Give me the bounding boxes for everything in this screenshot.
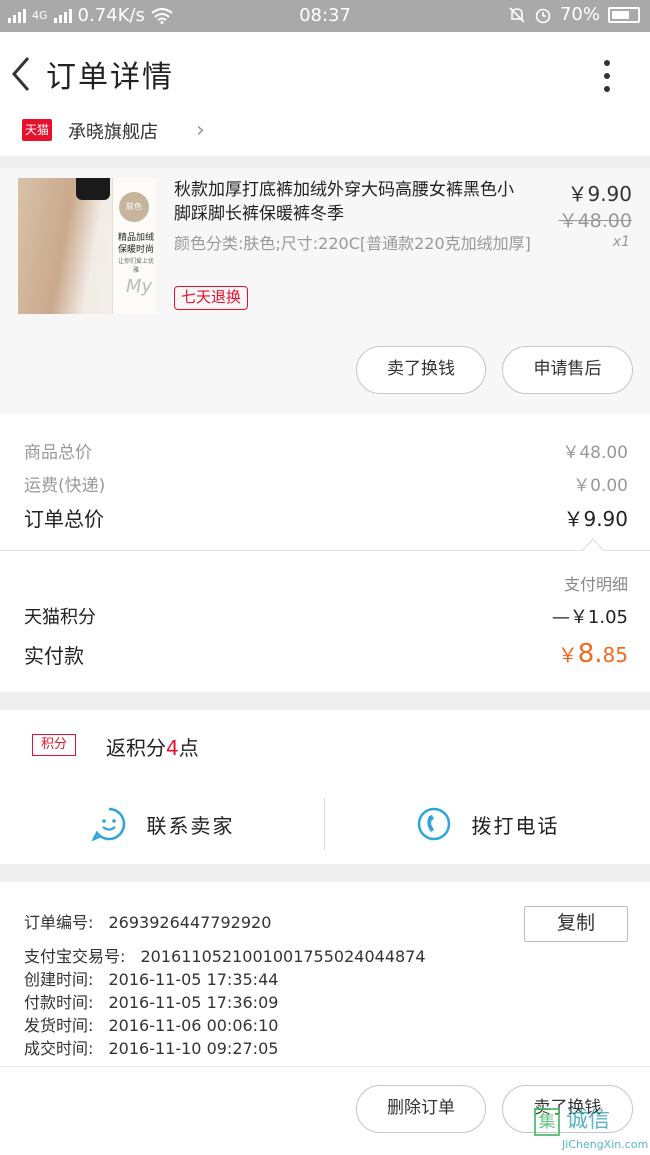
thumb-line2: 保暖时尚: [117, 245, 154, 255]
price-summary: 商品总价 ￥48.00 运费(快递) ￥0.00 订单总价 ￥9.90: [0, 414, 650, 550]
created-label: 创建时间:: [24, 970, 94, 989]
created-time: 2016-11-05 17:35:44: [108, 970, 279, 989]
more-menu-button[interactable]: [590, 56, 624, 96]
alipay-row: 支付宝交易号: 2016110521001001755024044874: [24, 946, 426, 968]
product-original-price: ￥48.00: [558, 210, 632, 232]
order-total-row: 订单总价 ￥9.90: [24, 503, 628, 532]
paid-amount-row: 实付款 ￥8.85: [24, 639, 628, 669]
tmall-badge: 天猫: [22, 119, 52, 141]
mute-icon: [509, 6, 525, 23]
phone-icon: [417, 807, 450, 841]
shop-bar[interactable]: 天猫 承晓旗舰店 ›: [0, 110, 650, 156]
delete-order-button[interactable]: 删除订单: [356, 1085, 486, 1133]
product-card[interactable]: 肤色 精品加绒 保暖时尚 让你们爱上优雅 My 秋款加厚打底裤加绒外穿大码高腰女…: [0, 168, 650, 414]
paid-time: 2016-11-05 17:36:09: [108, 993, 279, 1012]
watermark-text: 诚信: [566, 1108, 611, 1133]
chevron-left-icon: [12, 57, 30, 91]
points-reward-text: 返积分4点: [106, 732, 199, 761]
chevron-right-icon: ›: [196, 118, 205, 143]
done-time: 2016-11-10 09:27:05: [108, 1039, 279, 1058]
dot-icon: [604, 73, 610, 79]
order-number[interactable]: 2693926447792920: [109, 913, 272, 932]
done-label: 成交时间:: [24, 1039, 94, 1058]
order-info: 订单编号: 2693926447792920 复制 支付宝交易号: 201611…: [0, 882, 650, 1066]
product-thumbnail[interactable]: 肤色 精品加绒 保暖时尚 让你们爱上优雅 My: [18, 178, 156, 314]
product-price: ￥9.90: [567, 182, 632, 206]
paid-row: 付款时间: 2016-11-05 17:36:09: [24, 992, 278, 1014]
paid-dec: 85: [602, 643, 628, 667]
shipping-label: 运费(快递): [24, 476, 106, 496]
contact-seller-label: 联系卖家: [146, 813, 235, 838]
alipay-label: 支付宝交易号:: [24, 947, 126, 966]
rewards-and-contact: 积分 返积分4点 联系卖家 拨打电话: [0, 710, 650, 864]
thumb-sign: My: [126, 276, 153, 297]
product-quantity: x1: [612, 234, 630, 250]
alarm-icon: [535, 8, 551, 23]
status-bar: 4G 0.74K/s 08:37 70%: [0, 0, 650, 32]
shipping-value: ￥0.00: [573, 476, 628, 496]
payment-detail-link[interactable]: 支付明细: [564, 571, 628, 595]
points-deduction-label: 天猫积分: [24, 607, 96, 628]
order-number-label: 订单编号:: [24, 913, 94, 932]
order-total-label: 订单总价: [24, 507, 104, 531]
product-spec: 颜色分类:肤色;尺寸:220C[普通款220克加绒加厚]: [174, 234, 531, 253]
points-deduction-row: 天猫积分 —￥1.05: [24, 603, 628, 629]
battery-percent: 70%: [559, 4, 600, 25]
contact-seller-button[interactable]: 联系卖家: [0, 794, 325, 854]
thumb-tag: 肤色: [119, 192, 149, 222]
paid-amount-label: 实付款: [24, 643, 84, 668]
points-count: 4: [166, 736, 179, 760]
call-phone-label: 拨打电话: [471, 813, 560, 838]
dot-icon: [604, 86, 610, 92]
shipped-time: 2016-11-06 00:06:10: [108, 1016, 279, 1035]
shipped-label: 发货时间:: [24, 1016, 94, 1035]
paid-label: 付款时间:: [24, 993, 94, 1012]
paid-int: 8.: [577, 639, 603, 669]
back-button[interactable]: [6, 52, 40, 96]
order-total-value: ￥9.90: [563, 507, 628, 531]
paid-currency: ￥: [557, 643, 578, 667]
goods-total-label: 商品总价: [24, 443, 92, 463]
shipping-row: 运费(快递) ￥0.00: [24, 471, 628, 496]
page-title: 订单详情: [46, 60, 174, 95]
shipped-row: 发货时间: 2016-11-06 00:06:10: [24, 1015, 278, 1037]
done-row: 成交时间: 2016-11-10 09:27:05: [24, 1038, 278, 1060]
battery-icon: [608, 6, 640, 23]
points-suffix: 点: [178, 736, 199, 760]
detail-caret-inner: [583, 540, 603, 551]
copy-button[interactable]: 复制: [524, 906, 628, 942]
call-phone-button[interactable]: 拨打电话: [325, 794, 650, 854]
points-prefix: 返积分: [106, 736, 166, 760]
order-number-row: 订单编号: 2693926447792920: [24, 912, 271, 934]
watermark-logo: 集: [534, 1108, 560, 1136]
shop-name: 承晓旗舰店: [68, 122, 158, 143]
watermark-url: JiChengXin.com: [562, 1138, 649, 1151]
chat-smile-icon: [90, 807, 125, 842]
thumb-skirt: [76, 178, 110, 200]
created-row: 创建时间: 2016-11-05 17:35:44: [24, 969, 278, 991]
app-header: 订单详情: [0, 32, 650, 120]
sell-for-cash-button[interactable]: 卖了换钱: [356, 346, 486, 394]
goods-total-row: 商品总价 ￥48.00: [24, 438, 628, 463]
points-deduction-value: —￥1.05: [551, 607, 628, 628]
thumb-line3: 让你们爱上优雅: [117, 258, 154, 274]
apply-aftersale-button[interactable]: 申请售后: [502, 346, 633, 394]
product-title[interactable]: 秋款加厚打底裤加绒外穿大码高腰女裤黑色小脚踩脚长裤保暖裤冬季: [174, 178, 524, 226]
status-right: 70%: [508, 4, 640, 25]
dot-icon: [604, 60, 610, 66]
points-badge: 积分: [32, 734, 76, 756]
payment-detail: 支付明细 天猫积分 —￥1.05 实付款 ￥8.85: [0, 550, 650, 692]
seven-day-return-badge: 七天退换: [174, 286, 249, 310]
paid-amount-value: ￥8.85: [558, 639, 628, 669]
goods-total-value: ￥48.00: [562, 443, 628, 463]
alipay-number: 2016110521001001755024044874: [140, 947, 426, 966]
